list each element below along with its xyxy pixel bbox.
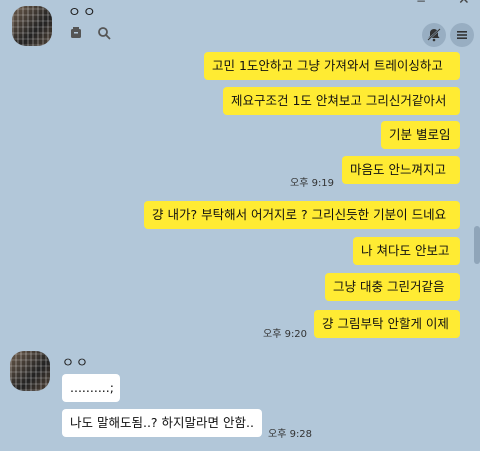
message-bubble[interactable]: 걍 그림부탁 안할게 이제 — [314, 310, 460, 338]
chat-avatar[interactable] — [12, 6, 52, 46]
message-bubble[interactable]: 마음도 안느껴지고 — [342, 156, 460, 184]
drawer-icon[interactable] — [68, 26, 84, 42]
chat-header: ㅇㅇ − ✕ — [0, 0, 480, 58]
timestamp: 오후 9:20 — [263, 329, 308, 340]
message-bubble[interactable]: 제요구조건 1도 안쳐보고 그리신거같아서 — [223, 87, 460, 115]
close-button[interactable]: ✕ — [458, 0, 472, 8]
peer-name: ㅇㅇ — [62, 356, 90, 371]
hamburger-icon — [457, 31, 467, 39]
menu-button[interactable] — [450, 23, 474, 47]
bell-off-icon — [427, 28, 441, 42]
peer-avatar[interactable] — [10, 351, 50, 391]
timestamp: 오후 9:28 — [268, 429, 313, 440]
message-bubble[interactable]: 그냥 대충 그린거같음 — [325, 273, 460, 301]
search-icon[interactable] — [96, 26, 112, 42]
message-bubble[interactable]: 나 쳐다도 안보고 — [353, 237, 460, 265]
notification-off-button[interactable] — [422, 23, 446, 47]
message-bubble[interactable]: 기분 별로임 — [381, 121, 460, 149]
minimize-button[interactable]: − — [416, 0, 430, 8]
message-bubble[interactable]: 고민 1도안하고 그냥 가져와서 트레이싱하고 — [204, 52, 460, 80]
message-bubble[interactable]: 나도 말해도됨..? 하지말라면 안함.. — [62, 409, 262, 437]
message-bubble[interactable]: 걍 내가? 부탁해서 어거지로 ? 그리신듯한 기분이 드네요 — [144, 201, 460, 229]
chat-title: ㅇㅇ — [68, 5, 98, 21]
message-bubble[interactable]: ..........; — [62, 374, 120, 402]
scrollbar[interactable] — [474, 226, 480, 264]
timestamp: 오후 9:19 — [290, 178, 335, 189]
